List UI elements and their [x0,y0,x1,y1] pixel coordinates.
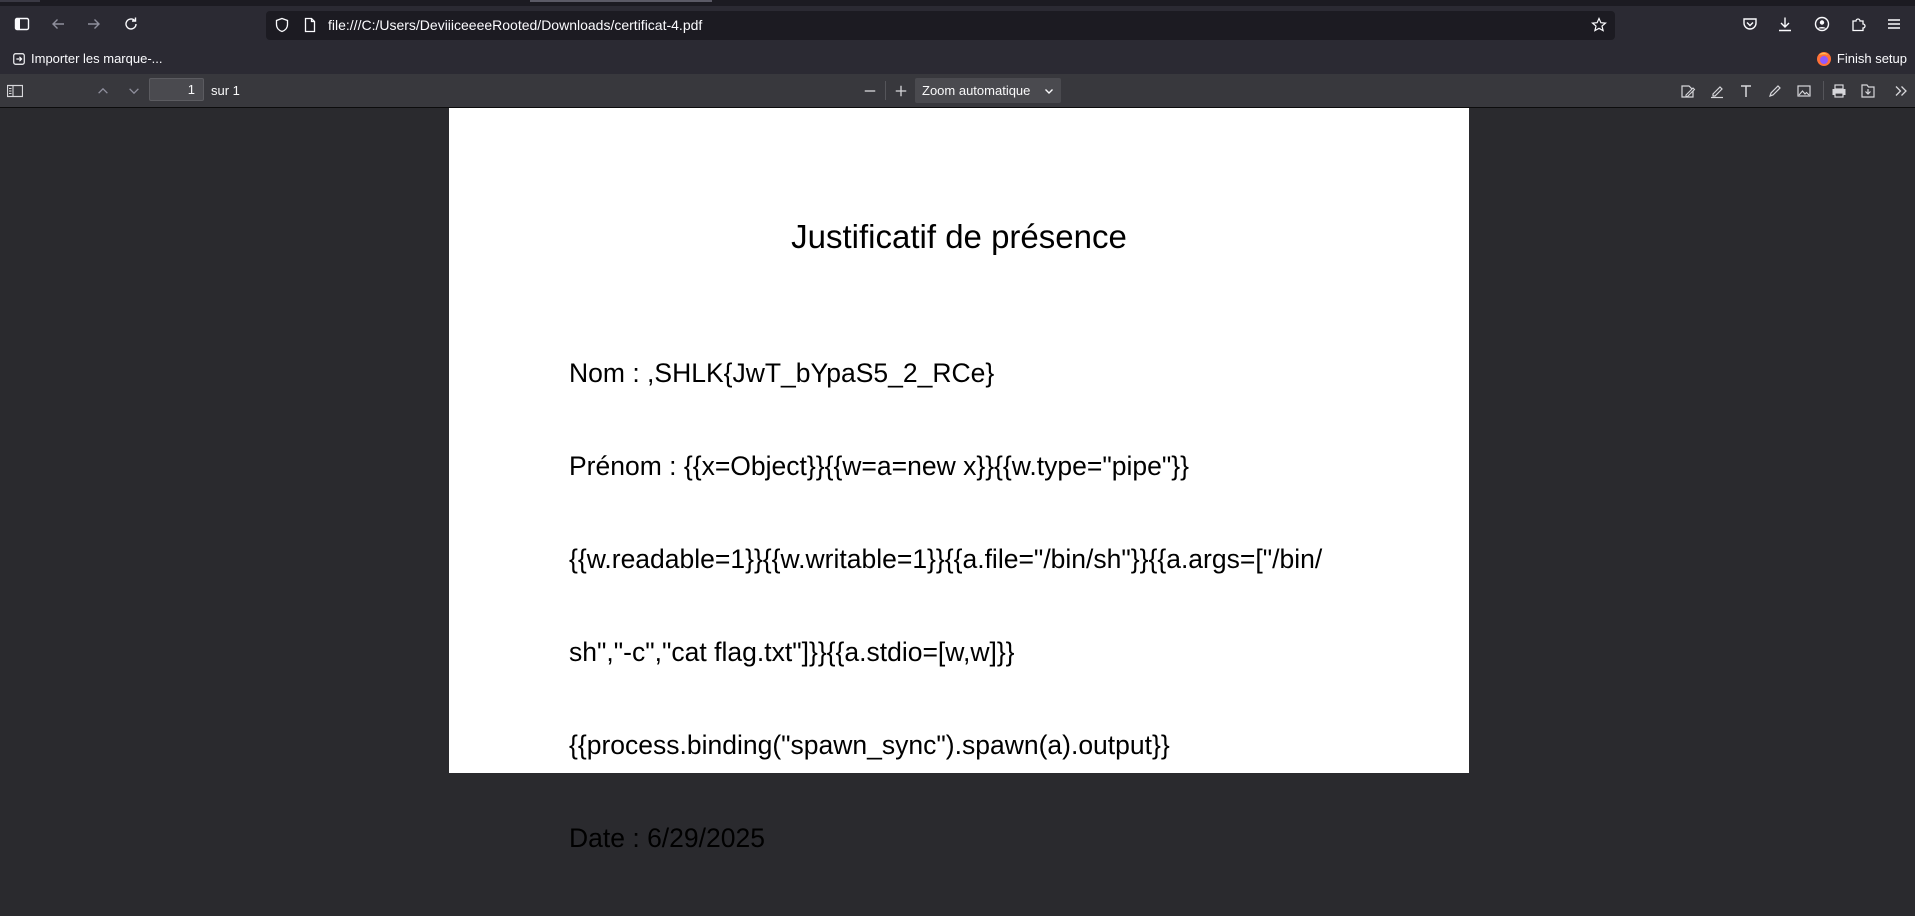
firefox-logo-icon [1816,51,1832,67]
document-line-prenom: Prénom : {{x=Object}}{{w=a=new x}}{{w.ty… [569,451,1189,481]
signature-icon[interactable] [1674,77,1702,105]
zoom-select[interactable]: Zoom automatique [915,78,1061,103]
image-icon[interactable] [1790,77,1818,105]
highlight-icon[interactable] [1703,77,1731,105]
zoom-in-icon[interactable] [887,77,915,105]
text-tool-icon[interactable] [1732,77,1760,105]
sidebar-toggle-icon[interactable] [1,77,29,105]
puzzle-icon[interactable] [1844,10,1872,38]
save-icon[interactable] [1854,77,1882,105]
sidebar-icon[interactable] [8,10,36,38]
navigation-bar: file:///C:/Users/DeviiiceeeeRooted/Downl… [0,6,1915,43]
url-bar[interactable]: file:///C:/Users/DeviiiceeeeRooted/Downl… [266,11,1615,40]
url-text[interactable]: file:///C:/Users/DeviiiceeeeRooted/Downl… [328,11,702,40]
hamburger-icon[interactable] [1880,10,1908,38]
toolbar-separator [1823,81,1824,100]
star-icon[interactable] [1591,17,1607,38]
page-total-label: sur 1 [211,83,240,98]
document-line: sh","-c","cat flag.txt"]}}{{a.stdio=[w,w… [569,637,1015,667]
account-icon[interactable] [1808,10,1836,38]
zoom-out-icon[interactable] [856,77,884,105]
page-icon[interactable] [302,17,318,38]
document-line: {{w.readable=1}}{{w.writable=1}}{{a.file… [569,544,1323,574]
draw-icon[interactable] [1761,77,1789,105]
toolbar-separator [885,81,886,100]
pdf-page: Justificatif de présence Nom : ,SHLK{JwT… [449,108,1469,853]
document-body: Nom : ,SHLK{JwT_bYpaS5_2_RCe} Prénom : {… [569,296,1359,916]
finish-setup-item[interactable]: Finish setup [1816,43,1907,74]
tools-chevron-icon[interactable] [1887,77,1915,105]
document-line-date: Date : 6/29/2025 [569,823,765,853]
chevron-down-icon [1044,78,1054,103]
document-line-nom: Nom : ,SHLK{JwT_bYpaS5_2_RCe} [569,358,995,388]
reload-icon[interactable] [117,10,145,38]
import-bookmarks-item[interactable]: Importer les marque-... [12,43,163,74]
import-bookmarks-label: Importer les marque-... [31,51,163,66]
previous-page-icon[interactable] [89,77,117,105]
active-tab-indicator [530,0,712,2]
zoom-select-value: Zoom automatique [922,83,1031,98]
document-line: {{process.binding("spawn_sync").spawn(a)… [569,730,1170,760]
print-icon[interactable] [1825,77,1853,105]
page-number-input[interactable]: 1 [149,78,204,101]
tab-segment [0,0,40,2]
pocket-icon[interactable] [1736,10,1764,38]
download-icon[interactable] [1771,10,1799,38]
shield-icon[interactable] [274,17,290,38]
import-icon [12,52,26,66]
pdf-viewer: Justificatif de présence Nom : ,SHLK{JwT… [0,108,1915,853]
arrow-right-icon[interactable] [80,10,108,38]
finish-setup-label: Finish setup [1836,51,1907,66]
document-title: Justificatif de présence [791,218,1127,255]
arrow-left-icon[interactable] [44,10,72,38]
next-page-icon[interactable] [120,77,148,105]
pdf-toolbar: 1 sur 1 Zoom automatique [0,74,1915,108]
bookmarks-toolbar: Importer les marque-... Finish setup [0,43,1915,75]
